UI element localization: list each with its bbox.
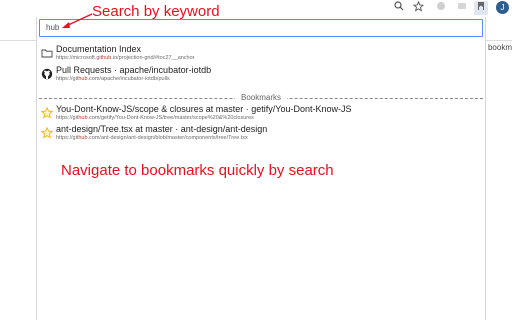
list-item[interactable]: Pull Requests · apache/incubator-iotdb h…	[41, 65, 481, 85]
extension-icon[interactable]	[455, 1, 469, 15]
result-title: Documentation Index	[56, 44, 142, 54]
bookmark-title: ant-design/Tree.tsx at master · ant-desi…	[56, 124, 268, 134]
list-item[interactable]: Documentation Index https://microsoft.gi…	[41, 44, 481, 64]
star-icon	[40, 106, 54, 119]
result-url: https://github.com/apache/incubator-iotd…	[56, 76, 170, 82]
result-url: https://microsoft.github.io/projection-g…	[56, 55, 195, 61]
star-icon	[40, 126, 54, 139]
github-icon	[41, 67, 53, 80]
page-behind: er bookm	[479, 17, 512, 320]
section-label: Bookmarks	[235, 93, 288, 102]
result-title: Pull Requests · apache/incubator-iotdb	[56, 65, 212, 75]
star-icon[interactable]	[411, 0, 425, 15]
search-icon[interactable]	[392, 1, 406, 15]
folder-icon	[41, 46, 53, 58]
bookmark-title: You-Dont-Know-JS/scope & closures at mas…	[56, 104, 352, 114]
bookmark-extension-icon[interactable]	[474, 1, 488, 15]
search-annotation: Search by keyword	[92, 3, 220, 20]
list-item[interactable]: ant-design/Tree.tsx at master · ant-desi…	[40, 124, 481, 144]
bookmark-url: https://github.com/getify/You-Dont-Know-…	[56, 115, 254, 121]
navigate-annotation: Navigate to bookmarks quickly by search	[61, 162, 334, 179]
list-item[interactable]: You-Dont-Know-JS/scope & closures at mas…	[40, 104, 481, 124]
page-divider	[486, 40, 512, 41]
bookmark-url: https://github.com/ant-design/ant-design…	[56, 135, 248, 141]
bookmarks-separator: Bookmarks	[39, 93, 483, 103]
annotation-arrow	[62, 13, 93, 28]
profile-avatar[interactable]: J	[496, 1, 509, 14]
page-divider	[0, 40, 36, 41]
search-input[interactable]: hub	[39, 19, 483, 37]
extension-icon[interactable]	[434, 1, 448, 15]
bookmark-search-popup: hub Documentation Index https://microsof…	[36, 17, 486, 320]
